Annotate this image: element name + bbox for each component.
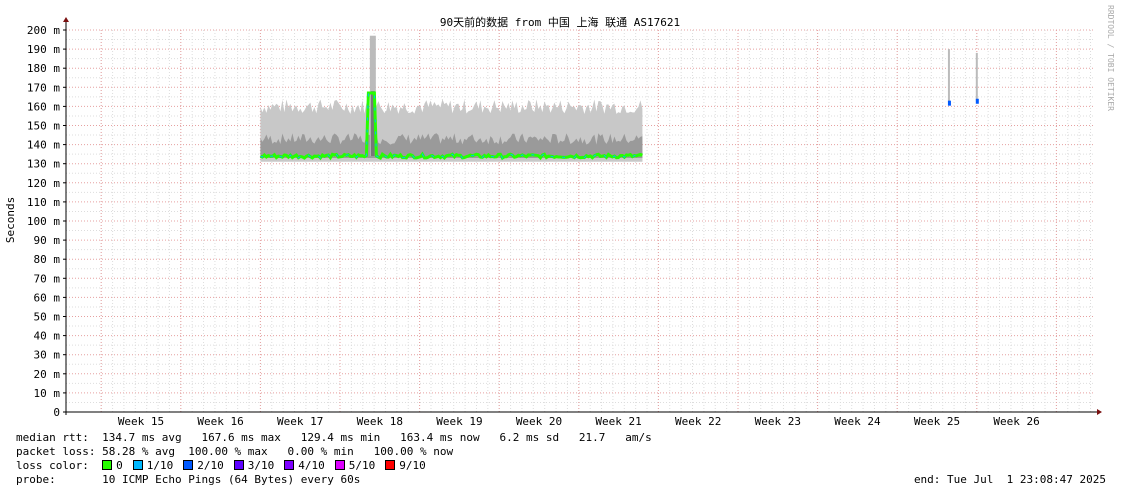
loss-color-swatch — [284, 460, 295, 470]
y-axis-arrow — [63, 17, 69, 22]
loss-color-label-text: 3/10 — [247, 459, 275, 472]
loss-color-label-text: 2/10 — [197, 459, 224, 472]
y-axis-label: Seconds — [4, 197, 17, 243]
y-tick-label: 130 m — [27, 158, 60, 171]
probe-value: 10 ICMP Echo Pings (64 Bytes) every 60s — [102, 473, 361, 486]
x-tick-label: Week 24 — [834, 415, 881, 428]
loss-color-label-text: 4/10 — [298, 459, 325, 472]
y-tick-label: 180 m — [27, 62, 60, 75]
loss-color-item: 1/10 — [132, 459, 174, 472]
y-tick-label: 30 m — [34, 349, 61, 362]
y-tick-label: 120 m — [27, 177, 60, 190]
x-tick-labels: Week 15 Week 16 Week 17 Week 18 Week 19 Week … — [118, 415, 1040, 428]
y-tick-label: 40 m — [34, 330, 61, 343]
loss-color-label-text: 9/10 — [399, 459, 426, 472]
loss-color-swatch — [132, 460, 143, 470]
legend-packet-loss: packet loss: 58.28 % avg 100.00 % max 0.… — [16, 445, 453, 459]
y-tick-label: 140 m — [27, 139, 60, 152]
y-tick-label: 60 m — [34, 291, 61, 304]
chart-axes — [63, 17, 1102, 415]
x-tick-label: Week 21 — [595, 415, 641, 428]
y-tick-label: 80 m — [34, 253, 61, 266]
median-rtt-label: median rtt: — [16, 431, 89, 444]
smoke-spike — [975, 52, 978, 101]
y-tick-label: 160 m — [27, 100, 60, 113]
legend-median-rtt: median rtt: 134.7 ms avg 167.6 ms max 12… — [16, 431, 652, 445]
packet-loss-label: packet loss: — [16, 445, 96, 458]
y-tick-label: 10 m — [34, 387, 61, 400]
y-tick-label: 170 m — [27, 81, 60, 94]
loss-color-item: 2/10 — [183, 459, 224, 472]
x-tick-label: Week 16 — [197, 415, 243, 428]
probe-label: probe: — [16, 473, 56, 486]
loss-color-label-text: 1/10 — [146, 459, 174, 472]
loss-color-item: 4/10 — [284, 459, 325, 472]
legend-probe: probe: 10 ICMP Echo Pings (64 Bytes) eve… — [16, 473, 1106, 487]
loss-color-label-text: 0 — [116, 459, 123, 472]
smoke-spike — [947, 49, 950, 103]
x-tick-label: Week 17 — [277, 415, 323, 428]
x-axis-arrow — [1097, 409, 1102, 415]
legend-loss-color: loss color: 0 1/10 2/10 3/10 4/10 5/10 9/10 — [16, 459, 436, 473]
chart-grid — [66, 29, 1093, 412]
x-tick-label: Week 26 — [993, 415, 1039, 428]
median-rtt-values: 134.7 ms avg 167.6 ms max 129.4 ms min 1… — [102, 431, 652, 444]
y-tick-label: 200 m — [27, 24, 60, 37]
rrdtool-watermark: RRDTOOL / TOBI OETIKER — [1106, 5, 1115, 111]
x-tick-label: Week 18 — [357, 415, 403, 428]
smokeping-chart: 90天前的数据 from 中国 上海 联通 AS17621 Seconds RR… — [4, 5, 1115, 428]
median-point-loss — [975, 98, 979, 104]
x-tick-label: Week 19 — [436, 415, 482, 428]
loss-color-swatch — [233, 460, 244, 470]
x-tick-label: Week 23 — [755, 415, 801, 428]
loss-color-swatch — [102, 460, 113, 470]
loss-color-item: 9/10 — [385, 459, 426, 472]
packet-loss-values: 58.28 % avg 100.00 % max 0.00 % min 100.… — [102, 445, 454, 458]
x-tick-label: Week 22 — [675, 415, 721, 428]
chart-title: 90天前的数据 from 中国 上海 联通 AS17621 — [440, 15, 680, 29]
loss-color-item: 5/10 — [334, 459, 376, 472]
x-tick-label: Week 20 — [516, 415, 562, 428]
y-tick-labels: 0 10 m 20 m 30 m 40 m 50 m 60 m 70 m 80 m 90 m 100… — [27, 24, 60, 419]
y-tick-label: 70 m — [34, 272, 61, 285]
median-point-loss — [947, 100, 951, 106]
loss-color-list: 0 1/10 2/10 3/10 4/10 5/10 9/10 — [102, 459, 436, 472]
loss-color-item: 0 — [102, 459, 123, 472]
y-tick-label: 110 m — [27, 196, 60, 209]
y-tick-label: 0 — [53, 406, 60, 419]
loss-color-label-text: 5/10 — [348, 459, 376, 472]
end-timestamp: end: Tue Jul 1 23:08:47 2025 — [913, 473, 1106, 486]
y-tick-label: 150 m — [27, 120, 60, 133]
y-tick-label: 100 m — [27, 215, 60, 228]
x-tick-label: Week 25 — [914, 415, 960, 428]
y-tick-label: 190 m — [27, 43, 60, 56]
loss-color-swatch — [183, 460, 194, 470]
y-tick-label: 50 m — [34, 311, 61, 324]
loss-color-swatch — [334, 460, 345, 470]
loss-color-swatch — [385, 460, 396, 470]
y-tick-label: 20 m — [34, 368, 61, 381]
loss-color-item: 3/10 — [233, 459, 275, 472]
loss-color-label: loss color: — [16, 459, 89, 472]
y-tick-label: 90 m — [34, 234, 61, 247]
x-tick-label: Week 15 — [118, 415, 164, 428]
